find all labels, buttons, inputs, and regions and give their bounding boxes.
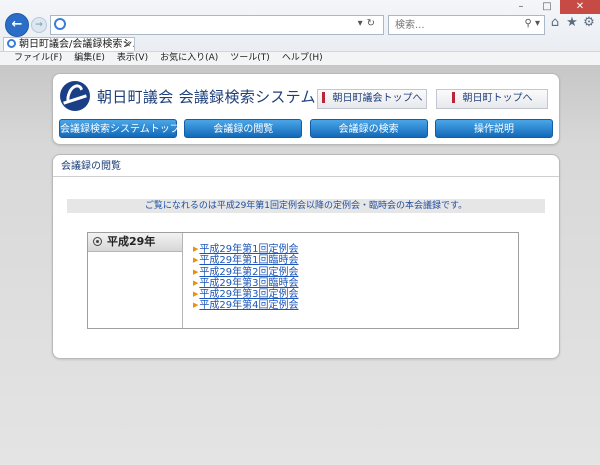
site-header: 朝日町議会 会議録検索システム 朝日町議会トップへ 朝日町トップへ 会議録検索シ… xyxy=(52,73,560,145)
refresh-icon[interactable]: ↻ xyxy=(367,18,379,29)
toolbar-icons: ⌂ ★ ⚙ xyxy=(548,15,596,30)
menu-tools[interactable]: ツール(T) xyxy=(224,52,276,65)
window-controls: – □ ✕ xyxy=(508,0,600,14)
session-link[interactable]: 平成29年第1回定例会 xyxy=(193,244,298,255)
main-nav: 会議録検索システムトップ 会議録の閲覧 会議録の検索 操作説明 xyxy=(59,119,553,138)
browser-chrome: – □ ✕ ← → ▾↻ ⚲ ▾ ⌂ ★ ⚙ 朝日町議会/会議録検索シ... ✕… xyxy=(0,0,600,65)
session-link[interactable]: 平成29年第3回定例会 xyxy=(193,289,298,300)
notice-text: ご覧になれるのは平成29年第1回定例会以降の定例会・臨時会の本会議録です。 xyxy=(67,199,545,213)
menu-view[interactable]: 表示(V) xyxy=(111,52,154,65)
minimize-icon[interactable]: – xyxy=(508,0,534,14)
radio-dot-icon xyxy=(93,237,102,246)
forward-arrow-icon[interactable]: → xyxy=(31,17,47,33)
red-bar-icon xyxy=(321,92,325,103)
section-title: 会議録の閲覧 xyxy=(53,155,559,177)
back-arrow-icon[interactable]: ← xyxy=(5,13,29,37)
nav-tab-help[interactable]: 操作説明 xyxy=(434,119,553,138)
ie-page-icon xyxy=(54,18,66,30)
home-icon[interactable]: ⌂ xyxy=(548,15,562,30)
browser-search-box[interactable]: ⚲ ▾ xyxy=(388,15,545,35)
menu-help[interactable]: ヘルプ(H) xyxy=(276,52,329,65)
year-box: 平成29年 平成29年第1回定例会 平成29年第1回臨時会 平成29年第2回定例… xyxy=(87,232,519,329)
session-link[interactable]: 平成29年第1回臨時会 xyxy=(193,255,298,267)
session-link[interactable]: 平成29年第3回臨時会 xyxy=(193,278,298,289)
address-tools: ▾↻ xyxy=(358,18,379,29)
menu-edit[interactable]: 編集(E) xyxy=(68,52,111,65)
search-icon[interactable]: ⚲ ▾ xyxy=(524,18,540,29)
town-top-link-label: 朝日町トップへ xyxy=(462,93,533,104)
maximize-icon[interactable]: □ xyxy=(534,0,560,14)
town-top-link[interactable]: 朝日町トップへ xyxy=(436,89,548,109)
dropdown-arrow-icon[interactable]: ▾ xyxy=(358,18,367,29)
close-window-icon[interactable]: ✕ xyxy=(560,0,600,14)
nav-tab-browse[interactable]: 会議録の閲覧 xyxy=(184,119,303,138)
gikai-top-link-label: 朝日町議会トップへ xyxy=(332,93,423,104)
menu-favorites[interactable]: お気に入り(A) xyxy=(154,52,224,65)
year-label-text: 平成29年 xyxy=(107,235,156,248)
browse-panel: 会議録の閲覧 ご覧になれるのは平成29年第1回定例会以降の定例会・臨時会の本会議… xyxy=(52,154,560,359)
session-link[interactable]: 平成29年第4回定例会 xyxy=(193,300,298,312)
town-logo-icon xyxy=(60,81,90,111)
nav-tab-search[interactable]: 会議録の検索 xyxy=(309,119,428,138)
address-bar[interactable]: ▾↻ xyxy=(50,15,384,35)
browser-tab[interactable]: 朝日町議会/会議録検索シ... ✕ xyxy=(3,37,135,52)
nav-tab-system-top[interactable]: 会議録検索システムトップ xyxy=(59,119,180,138)
tab-favicon-icon xyxy=(7,39,16,48)
page-content: 朝日町議会 会議録検索システム 朝日町議会トップへ 朝日町トップへ 会議録検索シ… xyxy=(0,65,600,465)
year-divider xyxy=(182,233,183,328)
menu-file[interactable]: ファイル(F) xyxy=(0,52,68,65)
session-link[interactable]: 平成29年第2回定例会 xyxy=(193,267,298,278)
search-input[interactable] xyxy=(393,17,507,33)
year-label: 平成29年 xyxy=(88,233,183,252)
tab-title: 朝日町議会/会議録検索シ... xyxy=(19,39,135,50)
site-title: 朝日町議会 会議録検索システム xyxy=(97,88,316,106)
favorites-star-icon[interactable]: ★ xyxy=(565,15,579,30)
session-list: 平成29年第1回定例会 平成29年第1回臨時会 平成29年第2回定例会 平成29… xyxy=(193,244,298,312)
gikai-top-link[interactable]: 朝日町議会トップへ xyxy=(317,89,427,109)
settings-gear-icon[interactable]: ⚙ xyxy=(582,15,596,30)
tab-close-icon[interactable]: ✕ xyxy=(123,38,131,52)
menu-bar: ファイル(F) 編集(E) 表示(V) お気に入り(A) ツール(T) ヘルプ(… xyxy=(0,51,600,65)
red-bar-icon xyxy=(451,92,455,103)
